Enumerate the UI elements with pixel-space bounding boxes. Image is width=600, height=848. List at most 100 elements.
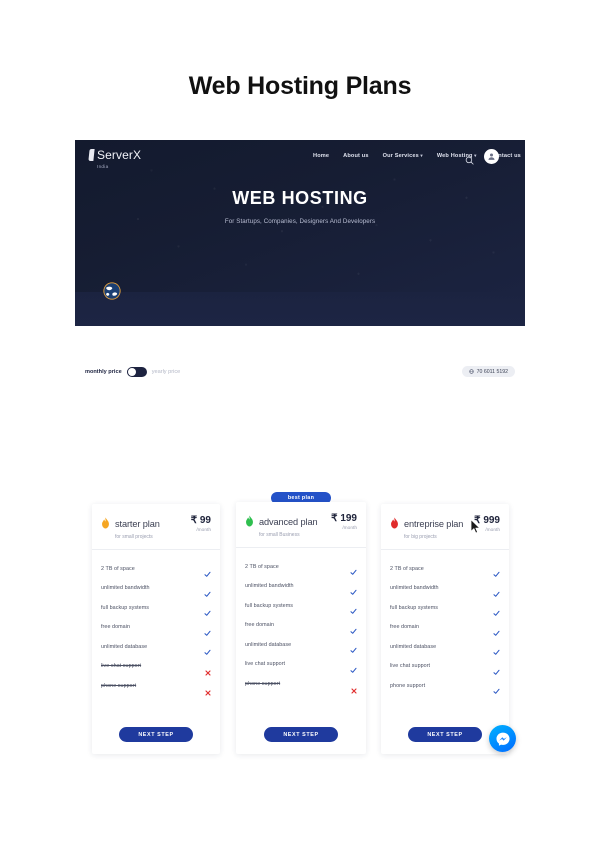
flame-icon — [245, 514, 254, 527]
feature-label: full backup systems — [390, 604, 438, 611]
check-icon — [350, 602, 357, 615]
check-icon — [204, 604, 211, 617]
plan-price: ₹ 99 — [190, 515, 211, 526]
feature-list: 2 TB of space unlimited bandwidth full b… — [245, 557, 357, 694]
next-step-button[interactable]: NEXT STEP — [264, 727, 338, 742]
check-icon — [204, 643, 211, 656]
pricing-card-starter[interactable]: starter plan for small projects ₹ 99 /mo… — [92, 504, 220, 754]
feature-label: free domain — [101, 624, 131, 631]
pricing-period-bar: monthly price yearly price 70 6011 5192 — [75, 363, 525, 387]
nav-item-about-us[interactable]: About us — [343, 153, 368, 159]
feature-label: unlimited database — [101, 643, 148, 650]
feature-label: 2 TB of space — [101, 565, 135, 572]
chevron-down-icon: ▾ — [420, 153, 423, 158]
feature-label: 2 TB of space — [390, 565, 424, 572]
messenger-chat-icon[interactable] — [489, 725, 516, 752]
brand-logo[interactable]: ServerX India — [88, 148, 142, 169]
plan-price: ₹ 999 — [474, 515, 500, 526]
feature-label: full backup systems — [101, 604, 149, 611]
pricing-section: best plan starter plan for small project… — [75, 482, 525, 772]
nav-item-home[interactable]: Home — [313, 153, 329, 159]
globe-icon — [468, 369, 474, 374]
divider — [92, 549, 220, 550]
feature-row: free domain — [101, 618, 211, 638]
check-icon — [204, 624, 211, 636]
feature-label: live chat support — [245, 661, 286, 668]
feature-label: live chat support — [390, 663, 431, 670]
feature-label: free domain — [390, 624, 420, 631]
yearly-price-label: yearly price — [151, 369, 181, 375]
feature-label: unlimited bandwidth — [101, 585, 150, 592]
user-avatar-icon[interactable] — [484, 149, 499, 164]
hero-screenshot: ServerX India Home About us Our Services… — [75, 140, 525, 388]
feature-row: free domain — [245, 616, 357, 636]
feature-list: 2 TB of space unlimited bandwidth full b… — [101, 559, 211, 696]
nav-item-our-services-label: Our Services — [382, 153, 419, 159]
hero-copy: WEB HOSTING For Startups, Companies, Des… — [75, 188, 525, 225]
feature-label: unlimited bandwidth — [390, 585, 439, 592]
plan-name: entreprise plan — [404, 519, 464, 529]
plan-description: for big projects — [404, 534, 437, 540]
plan-name: starter plan — [115, 519, 160, 529]
feature-label: phone support — [101, 682, 137, 689]
page-title: Web Hosting Plans — [188, 72, 412, 100]
plan-description: for small projects — [115, 534, 153, 540]
billing-toggle-switch[interactable] — [126, 367, 147, 377]
feature-row: full backup systems — [245, 596, 357, 616]
divider — [236, 547, 366, 548]
flame-icon — [101, 516, 110, 529]
site-navbar: ServerX India Home About us Our Services… — [75, 140, 525, 180]
feature-row: phone support — [390, 676, 500, 696]
plan-price-wrap: ₹ 199 /month — [331, 513, 357, 531]
feature-row: free domain — [390, 618, 500, 638]
feature-label: phone support — [245, 680, 281, 687]
check-icon — [350, 622, 357, 634]
plan-price-wrap: ₹ 99 /month — [191, 515, 211, 533]
feature-label: unlimited bandwidth — [245, 583, 294, 590]
next-step-button[interactable]: NEXT STEP — [119, 727, 193, 742]
nav-item-our-services[interactable]: Our Services ▾ — [383, 153, 423, 159]
brand-name: ServerX — [97, 148, 142, 162]
feature-label: unlimited database — [390, 643, 437, 650]
monthly-price-label: monthly price — [85, 369, 122, 375]
feature-label: phone support — [390, 682, 426, 689]
phone-number-badge[interactable]: 70 6011 5192 — [461, 366, 515, 377]
feature-row: 2 TB of space — [390, 559, 500, 579]
divider — [381, 549, 509, 550]
nav-item-home-label: Home — [313, 153, 330, 159]
phone-number-text: 70 6011 5192 — [476, 368, 508, 375]
check-icon — [204, 565, 211, 578]
feature-row: live chat support — [390, 657, 500, 677]
feature-row: unlimited bandwidth — [245, 577, 357, 597]
plan-price: ₹ 199 — [331, 513, 357, 524]
feature-row: unlimited database — [390, 637, 500, 657]
check-icon — [493, 565, 500, 578]
check-icon — [350, 563, 357, 576]
search-icon[interactable] — [465, 152, 474, 165]
feature-row: unlimited bandwidth — [390, 579, 500, 599]
feature-list: 2 TB of space unlimited bandwidth full b… — [390, 559, 500, 696]
brand-mark-icon — [88, 149, 95, 161]
feature-row: unlimited bandwidth — [101, 579, 211, 599]
check-icon — [493, 585, 500, 597]
feature-label: unlimited database — [245, 641, 292, 648]
plan-price-period: /month — [196, 528, 211, 533]
feature-label: live chat support — [101, 663, 142, 670]
nav-icon-group — [465, 149, 499, 165]
pricing-card-entreprise[interactable]: entreprise plan for big projects ₹ 999 /… — [381, 504, 509, 754]
hero-heading: WEB HOSTING — [232, 188, 368, 208]
cross-icon — [205, 683, 211, 696]
plan-name: advanced plan — [259, 517, 318, 527]
next-step-button[interactable]: NEXT STEP — [408, 727, 482, 742]
flame-icon — [390, 516, 399, 529]
feature-label: free domain — [245, 622, 275, 629]
check-icon — [493, 663, 500, 675]
cross-icon — [351, 681, 357, 694]
billing-period-toggle[interactable]: monthly price yearly price — [85, 367, 180, 377]
check-icon — [493, 604, 500, 617]
globe-icon — [101, 280, 123, 302]
pricing-card-advanced[interactable]: advanced plan for small Business ₹ 199 /… — [236, 502, 366, 754]
pricing-card-header: advanced plan for small Business ₹ 199 /… — [245, 512, 357, 547]
feature-row: unlimited database — [245, 635, 357, 655]
check-icon — [493, 643, 500, 656]
